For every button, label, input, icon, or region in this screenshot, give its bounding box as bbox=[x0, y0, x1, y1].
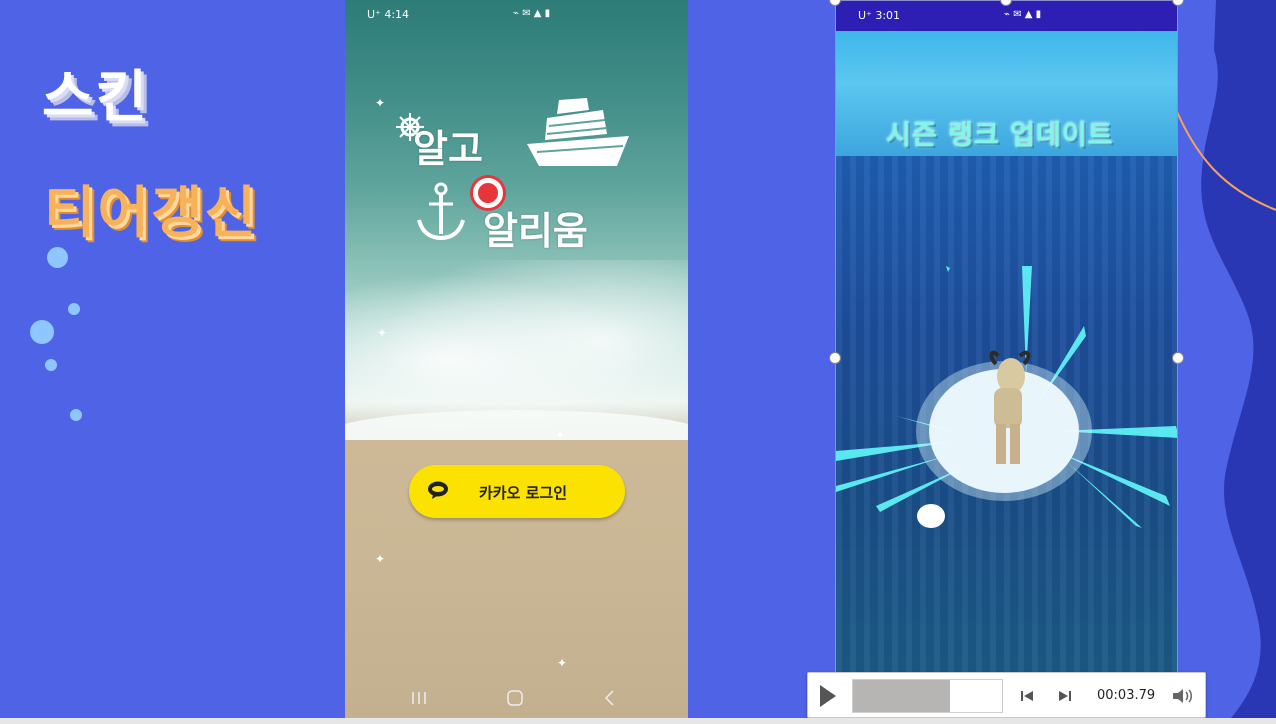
status-time: U⁺ 3:01 bbox=[858, 9, 901, 22]
sparkle-icon: ✦ bbox=[375, 96, 386, 110]
season-rank-update-banner: 시즌 랭크 업데이트 bbox=[886, 120, 1114, 151]
sparkle-icon: ✦ bbox=[375, 552, 386, 566]
decorative-blob bbox=[1171, 0, 1276, 724]
volume-icon[interactable] bbox=[1172, 687, 1194, 705]
seek-bar-progress bbox=[853, 680, 950, 712]
sparkle-icon: ✦ bbox=[557, 656, 568, 670]
app-title-line2: 알리움 bbox=[483, 209, 588, 253]
season-rank-video[interactable]: U⁺ 3:01 ⌁ ✉ ▲ ▮ 시즌 랭크 업데이트 bbox=[835, 0, 1178, 718]
back-icon bbox=[604, 690, 614, 706]
sparkle-icon: ✦ bbox=[555, 428, 566, 442]
sparkle-icon: ✦ bbox=[377, 326, 388, 340]
login-screen-screenshot: U⁺ 4:14 ⌁ ✉ ▲ ▮ 알고 알리움 ✦ ✦ ✦ ✦ ✦ 카카오 로그인 bbox=[345, 0, 688, 718]
title-skin: 스킨 bbox=[42, 65, 150, 130]
next-frame-icon[interactable] bbox=[1058, 689, 1072, 703]
media-player-controls: 00:03.79 bbox=[807, 672, 1206, 718]
playback-time: 00:03.79 bbox=[1097, 688, 1156, 703]
bubble-decoration bbox=[68, 303, 80, 315]
splash-effect bbox=[836, 266, 1177, 528]
bubble-decoration bbox=[70, 409, 82, 421]
recent-apps-icon bbox=[412, 692, 426, 704]
bubble-decoration bbox=[45, 359, 57, 371]
presentation-slide: 스킨 티어갱신 U⁺ 4:14 ⌁ ✉ ▲ ▮ 알고 알리움 ✦ ✦ ✦ ✦ ✦… bbox=[0, 0, 1276, 724]
android-nav-bar bbox=[412, 690, 614, 706]
anchor-icon bbox=[417, 182, 465, 241]
seek-bar[interactable] bbox=[852, 679, 1003, 713]
resize-handle[interactable] bbox=[829, 352, 841, 364]
bubble-decoration bbox=[30, 320, 54, 344]
status-time: U⁺ 4:14 bbox=[367, 8, 410, 21]
title-tier-update: 티어갱신 bbox=[44, 181, 259, 246]
resize-handle[interactable] bbox=[1172, 352, 1184, 364]
red-dot-marker bbox=[473, 178, 503, 208]
kakao-login-button[interactable]: 카카오 로그인 bbox=[409, 465, 625, 518]
home-icon bbox=[507, 690, 523, 706]
status-icons: ⌁ ✉ ▲ ▮ bbox=[1004, 9, 1042, 20]
bottom-strip bbox=[0, 718, 1276, 724]
ship-icon bbox=[527, 98, 629, 166]
play-icon[interactable] bbox=[820, 685, 836, 707]
kakao-login-label: 카카오 로그인 bbox=[479, 484, 568, 502]
status-icons: ⌁ ✉ ▲ ▮ bbox=[513, 8, 551, 19]
bubble-decoration bbox=[47, 247, 68, 268]
app-title-line1: 알고 bbox=[413, 127, 483, 171]
kakao-talk-icon bbox=[428, 481, 448, 499]
previous-frame-icon[interactable] bbox=[1020, 689, 1034, 703]
